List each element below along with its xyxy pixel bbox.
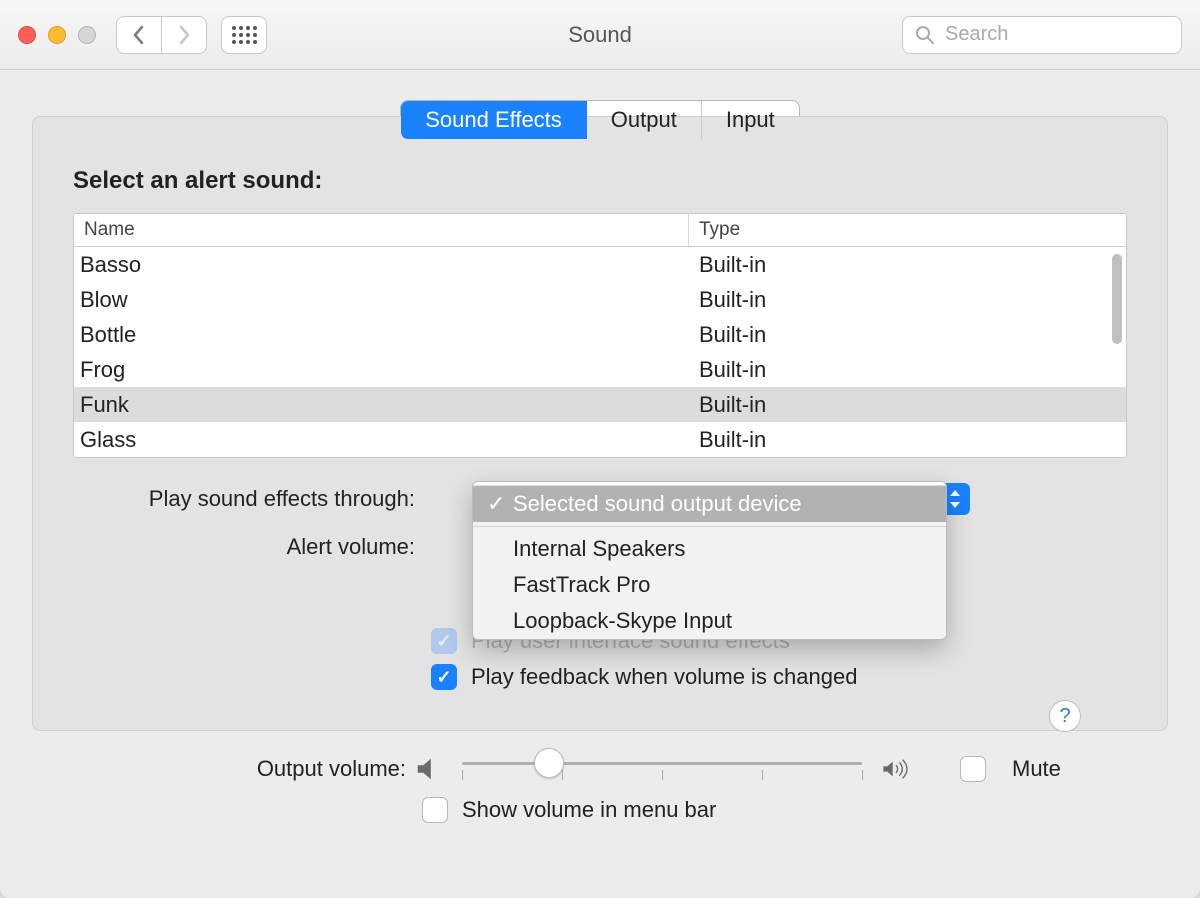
section-heading: Select an alert sound: [73, 167, 1127, 195]
output-volume-slider[interactable] [462, 762, 862, 765]
output-volume-label: Output volume: [64, 756, 414, 782]
play-feedback-label: Play feedback when volume is changed [471, 664, 857, 690]
alert-sound-table: Name Type BassoBuilt-in BlowBuilt-in Bot… [73, 213, 1127, 458]
sound-effects-panel: Select an alert sound: Name Type BassoBu… [32, 116, 1168, 731]
alert-volume-label: Alert volume: [73, 534, 423, 560]
play-through-label: Play sound effects through: [73, 486, 423, 512]
table-row[interactable]: FunkBuilt-in [74, 387, 1126, 422]
window-controls [18, 26, 96, 44]
table-row[interactable]: BassoBuilt-in [74, 247, 1126, 282]
close-window-button[interactable] [18, 26, 36, 44]
chevron-left-icon [132, 25, 146, 45]
table-body[interactable]: BassoBuilt-in BlowBuilt-in BottleBuilt-i… [74, 247, 1126, 457]
tab-input[interactable]: Input [702, 101, 799, 139]
chevron-right-icon [177, 25, 191, 45]
column-type[interactable]: Type [689, 214, 1059, 246]
grid-icon [232, 26, 257, 44]
search-placeholder: Search [945, 23, 1008, 46]
table-row[interactable]: GlassBuilt-in [74, 422, 1126, 457]
table-row[interactable]: BottleBuilt-in [74, 317, 1126, 352]
minimize-window-button[interactable] [48, 26, 66, 44]
search-input[interactable]: Search [902, 16, 1182, 54]
dropdown-option-selected-device[interactable]: Selected sound output device [473, 486, 946, 522]
help-button[interactable]: ? [1049, 700, 1081, 732]
dropdown-option[interactable]: FastTrack Pro [473, 567, 946, 603]
search-icon [915, 25, 935, 45]
tab-sound-effects[interactable]: Sound Effects [401, 101, 587, 139]
mute-label: Mute [1012, 756, 1061, 782]
mute-checkbox[interactable] [960, 756, 986, 782]
dropdown-option[interactable]: Loopback-Skype Input [473, 603, 946, 639]
nav-buttons [116, 16, 207, 54]
show-all-button[interactable] [221, 16, 267, 54]
forward-button[interactable] [161, 16, 207, 54]
play-feedback-checkbox[interactable] [431, 664, 457, 690]
dropdown-option[interactable]: Internal Speakers [473, 531, 946, 567]
sound-preferences-window: Sound Search Sound Effects Output Input … [0, 0, 1200, 898]
table-row[interactable]: BlowBuilt-in [74, 282, 1126, 317]
column-name[interactable]: Name [74, 214, 689, 246]
titlebar: Sound Search [0, 0, 1200, 70]
window-title: Sound [568, 22, 632, 48]
play-through-dropdown[interactable]: Selected sound output device Internal Sp… [472, 481, 947, 640]
play-feedback-row: Play feedback when volume is changed [431, 664, 1127, 690]
tab-output[interactable]: Output [587, 101, 702, 139]
speaker-mute-icon [414, 755, 442, 783]
table-header: Name Type [74, 214, 1126, 247]
tab-segmented-control: Sound Effects Output Input [400, 100, 800, 140]
scrollbar-thumb[interactable] [1112, 254, 1122, 344]
zoom-window-button[interactable] [78, 26, 96, 44]
show-menu-bar-checkbox[interactable] [422, 797, 448, 823]
table-row[interactable]: FrogBuilt-in [74, 352, 1126, 387]
speaker-loud-icon [882, 755, 910, 783]
show-menu-bar-label: Show volume in menu bar [462, 797, 716, 823]
back-button[interactable] [116, 16, 162, 54]
play-ui-sounds-checkbox[interactable] [431, 628, 457, 654]
slider-thumb[interactable] [534, 748, 564, 778]
